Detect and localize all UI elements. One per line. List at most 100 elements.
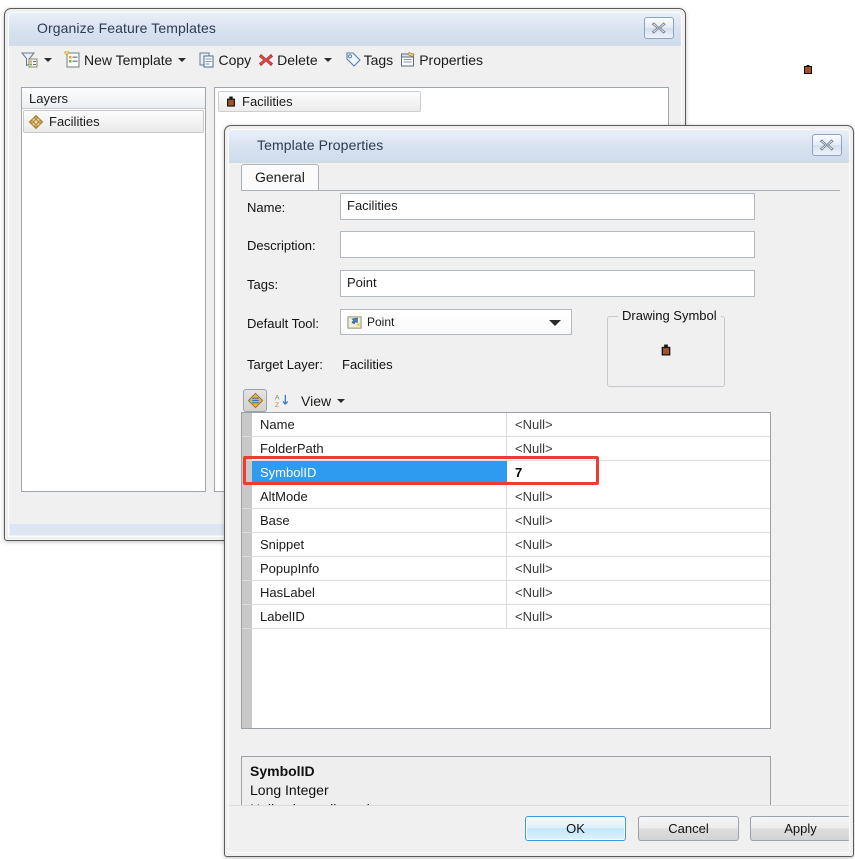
property-description-title: SymbolID [250, 763, 315, 779]
apply-button[interactable]: Apply [750, 816, 849, 841]
filter-icon [20, 52, 38, 68]
tags-input-value: Point [347, 275, 377, 290]
point-symbol-icon [227, 96, 235, 107]
svg-text:Z: Z [275, 402, 279, 409]
layer-item-facilities[interactable]: Facilities [23, 110, 204, 133]
chevron-down-icon [549, 320, 561, 326]
default-tool-dropdown[interactable]: Point [340, 309, 572, 335]
copy-icon [199, 52, 214, 68]
organize-window-title: Organize Feature Templates [37, 20, 216, 36]
filter-templates-button[interactable] [17, 49, 61, 71]
name-input[interactable]: Facilities [340, 193, 755, 220]
organize-toolbar: New Template Copy Delete Tags Properties [9, 45, 681, 75]
property-name-cell[interactable]: AltMode [252, 485, 507, 508]
table-row[interactable]: PopupInfo <Null> [242, 557, 770, 581]
layers-panel: Layers Facilities [21, 87, 206, 492]
new-template-label: New Template [84, 52, 173, 68]
description-field-row: Description: [247, 238, 335, 253]
polygon-layer-icon [28, 114, 44, 129]
property-name-cell[interactable]: PopupInfo [252, 557, 507, 580]
point-tool-icon [347, 315, 362, 329]
target-layer-label: Target Layer: [247, 357, 323, 372]
chevron-down-icon [337, 398, 346, 403]
description-label: Description: [247, 238, 316, 253]
default-tool-label: Default Tool: [247, 316, 320, 331]
row-gutter [242, 581, 252, 604]
tags-label: Tags: [247, 277, 279, 292]
close-x-glyph [819, 139, 834, 151]
default-tool-value: Point [367, 315, 395, 329]
table-row[interactable]: Snippet <Null> [242, 533, 770, 557]
table-row[interactable]: HasLabel <Null> [242, 581, 770, 605]
row-gutter [242, 413, 252, 436]
tab-general[interactable]: General [241, 164, 319, 190]
cancel-button-label: Cancel [668, 821, 709, 836]
property-name-cell[interactable]: Name [252, 413, 507, 436]
categorize-icon [247, 392, 263, 409]
categorize-button[interactable] [243, 389, 267, 412]
property-value-cell[interactable]: <Null> [507, 605, 770, 628]
point-symbol-icon [661, 344, 671, 355]
sort-alphabetical-button[interactable]: A Z [272, 390, 293, 411]
delete-label: Delete [277, 52, 318, 68]
description-input[interactable] [340, 231, 755, 258]
close-icon[interactable] [812, 134, 842, 156]
tag-icon [346, 52, 361, 67]
property-description-type: Long Integer [250, 782, 329, 798]
property-value-cell[interactable]: <Null> [507, 485, 770, 508]
close-icon[interactable] [644, 17, 674, 39]
sort-az-icon: A Z [275, 395, 289, 409]
property-value-cell[interactable]: <Null> [507, 413, 770, 436]
delete-x-icon [259, 53, 274, 67]
properties-button[interactable]: Properties [396, 49, 486, 71]
property-value-cell[interactable]: <Null> [507, 557, 770, 580]
copy-button[interactable]: Copy [195, 49, 254, 71]
dialog-button-bar: OK Cancel Apply [229, 805, 849, 852]
new-template-button[interactable]: New Template [61, 49, 195, 71]
cancel-button[interactable]: Cancel [638, 816, 739, 841]
table-row[interactable]: Base <Null> [242, 509, 770, 533]
tags-button[interactable]: Tags [341, 49, 397, 71]
apply-button-label: Apply [784, 821, 817, 836]
property-name-cell[interactable]: LabelID [252, 605, 507, 628]
properties-icon [401, 52, 415, 67]
layers-panel-header: Layers [22, 88, 205, 109]
row-gutter [242, 557, 252, 580]
chevron-down-icon [323, 58, 332, 62]
target-layer-row: Target Layer: Facilities [247, 357, 393, 372]
view-menu-button[interactable]: View [298, 392, 348, 410]
template-properties-titlebar: Template Properties [229, 130, 849, 163]
view-menu-label: View [301, 392, 332, 409]
property-name-cell[interactable]: Base [252, 509, 507, 532]
property-value-cell[interactable]: <Null> [507, 581, 770, 604]
map-point-symbol [803, 65, 813, 75]
tabstrip: General [241, 164, 840, 191]
table-row[interactable]: Name <Null> [242, 413, 770, 437]
name-label: Name: [247, 200, 286, 215]
property-name-cell[interactable]: Snippet [252, 533, 507, 556]
table-row[interactable]: AltMode <Null> [242, 485, 770, 509]
row-gutter [242, 605, 252, 628]
row-gutter [242, 509, 252, 532]
svg-text:A: A [275, 395, 280, 402]
tab-general-label: General [255, 169, 305, 185]
name-input-value: Facilities [347, 198, 398, 213]
property-grid-toolbar: A Z View [243, 389, 348, 412]
property-name-cell[interactable]: HasLabel [252, 581, 507, 604]
default-tool-row: Default Tool: [247, 316, 335, 331]
template-properties-dialog: Template Properties General Name: Facili… [224, 125, 854, 857]
template-item-facilities[interactable]: Facilities [218, 91, 421, 112]
chevron-down-icon [178, 58, 187, 62]
table-row[interactable]: LabelID <Null> [242, 605, 770, 629]
property-value-cell[interactable]: <Null> [507, 509, 770, 532]
drawing-symbol-preview [661, 344, 672, 360]
tags-input[interactable]: Point [340, 270, 755, 297]
delete-button[interactable]: Delete [254, 49, 340, 71]
properties-label: Properties [419, 52, 483, 68]
property-value-cell[interactable]: <Null> [507, 533, 770, 556]
row-gutter [242, 485, 252, 508]
target-layer-value: Facilities [342, 357, 393, 372]
ok-button[interactable]: OK [525, 816, 626, 841]
tags-field-row: Tags: [247, 277, 335, 292]
symbolid-highlight-annotation [243, 456, 599, 485]
